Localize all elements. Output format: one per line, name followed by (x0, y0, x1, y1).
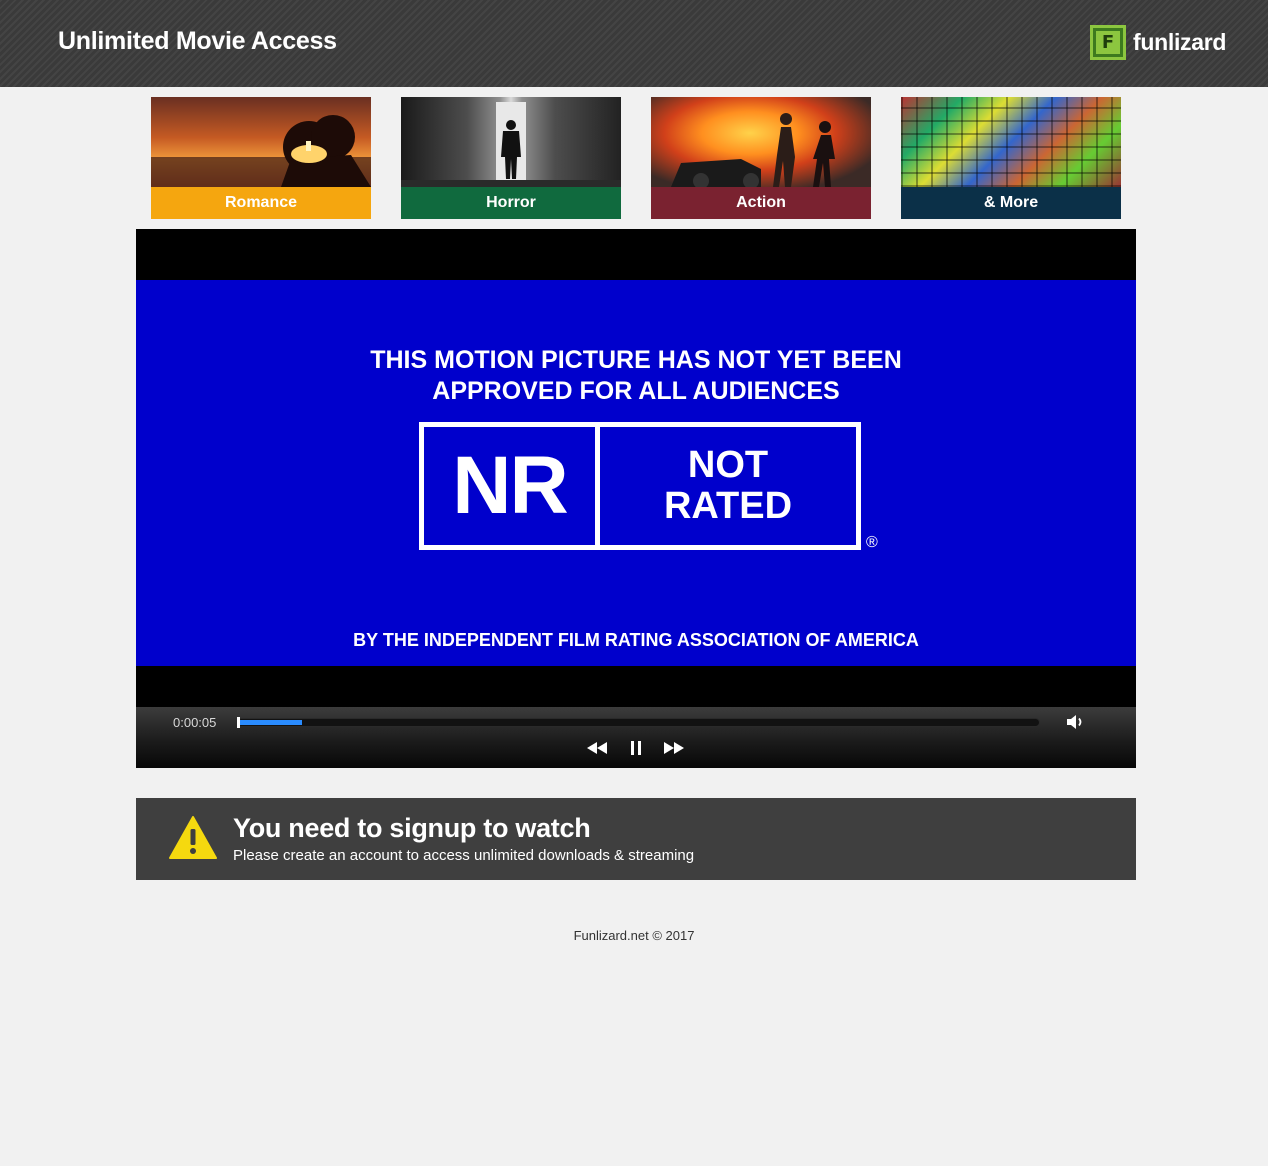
progress-handle[interactable] (237, 717, 240, 728)
romance-couple-image (151, 115, 371, 187)
rating-description: NOT RATED (600, 445, 856, 527)
progress-bar[interactable] (237, 718, 1040, 727)
progress-fill (238, 720, 303, 725)
signup-title: You need to signup to watch (233, 813, 591, 843)
horror-thumbnail (401, 97, 621, 187)
more-movies-collage-thumbnail (901, 97, 1121, 187)
volume-button[interactable] (1065, 713, 1087, 731)
genre-tile-more[interactable]: & More (901, 97, 1121, 219)
genre-label-more: & More (901, 187, 1121, 219)
action-explosion-image (671, 113, 835, 189)
rewind-icon (587, 742, 607, 754)
genre-tile-action[interactable]: Action (651, 97, 871, 219)
genre-tile-romance[interactable]: Romance (151, 97, 371, 219)
brand-logo-letter: F (1096, 30, 1120, 54)
rating-headline: THIS MOTION PICTURE HAS NOT YET BEEN APP… (136, 345, 1136, 407)
funlizard-logo-icon: F (1090, 24, 1126, 60)
pause-icon (631, 741, 641, 755)
romance-thumbnail (151, 97, 371, 187)
rating-card: THIS MOTION PICTURE HAS NOT YET BEEN APP… (136, 280, 1136, 666)
rating-box: NR NOT RATED (419, 422, 861, 550)
fast-forward-button[interactable] (660, 738, 686, 758)
genre-tile-horror[interactable]: Horror (401, 97, 621, 219)
rewind-button[interactable] (585, 738, 611, 758)
fast-forward-icon (664, 742, 684, 754)
rating-headline-line-1: THIS MOTION PICTURE HAS NOT YET BEEN (370, 346, 902, 374)
player-controls: 0:00:05 (136, 707, 1136, 768)
site-title: Unlimited Movie Access (58, 27, 337, 55)
rating-headline-line-2: APPROVED FOR ALL AUDIENCES (432, 377, 840, 405)
volume-icon (1067, 715, 1082, 729)
registered-mark: ® (866, 534, 878, 551)
action-thumbnail (651, 97, 871, 189)
time-readout: 0:00:05 (173, 715, 217, 730)
pause-button[interactable] (623, 738, 649, 758)
rating-authority: BY THE INDEPENDENT FILM RATING ASSOCIATI… (353, 630, 919, 650)
footer-copyright: Funlizard.net © 2017 (573, 928, 695, 943)
brand-link[interactable]: F funlizard (1090, 24, 1226, 60)
rating-code: NR (452, 440, 568, 531)
genre-label-action: Action (651, 187, 871, 219)
signup-subtitle: Please create an account to access unlim… (233, 847, 695, 864)
genre-label-horror: Horror (401, 187, 621, 219)
site-header: Unlimited Movie Access F funlizard (0, 0, 1268, 87)
horror-doorway-image (401, 102, 621, 187)
signup-banner[interactable]: You need to signup to watch Please creat… (136, 798, 1136, 880)
rating-description-line-1: NOT (687, 444, 769, 486)
rating-description-line-2: RATED (663, 485, 793, 527)
video-player[interactable]: THIS MOTION PICTURE HAS NOT YET BEEN APP… (136, 229, 1136, 768)
brand-name: funlizard (1133, 28, 1227, 55)
warning-icon (169, 816, 217, 859)
genre-label-romance: Romance (151, 187, 371, 219)
